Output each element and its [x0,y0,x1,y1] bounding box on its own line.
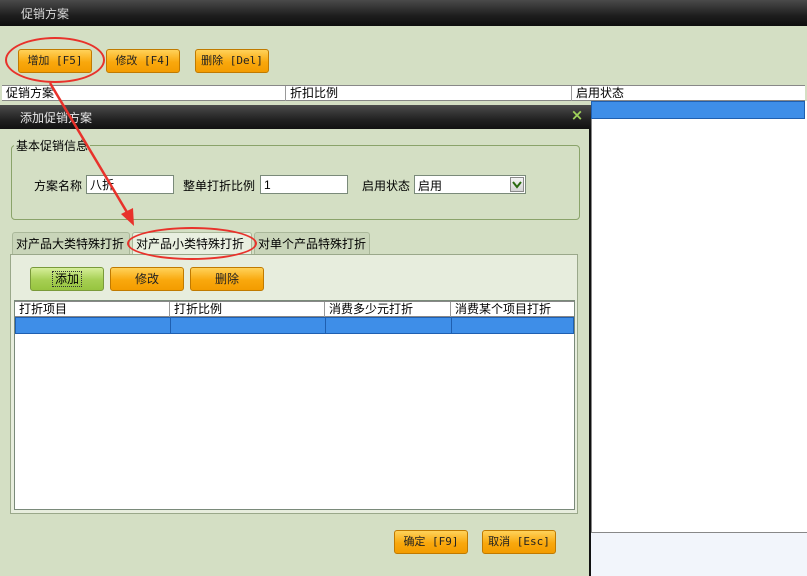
annotation-arrow [48,82,134,226]
